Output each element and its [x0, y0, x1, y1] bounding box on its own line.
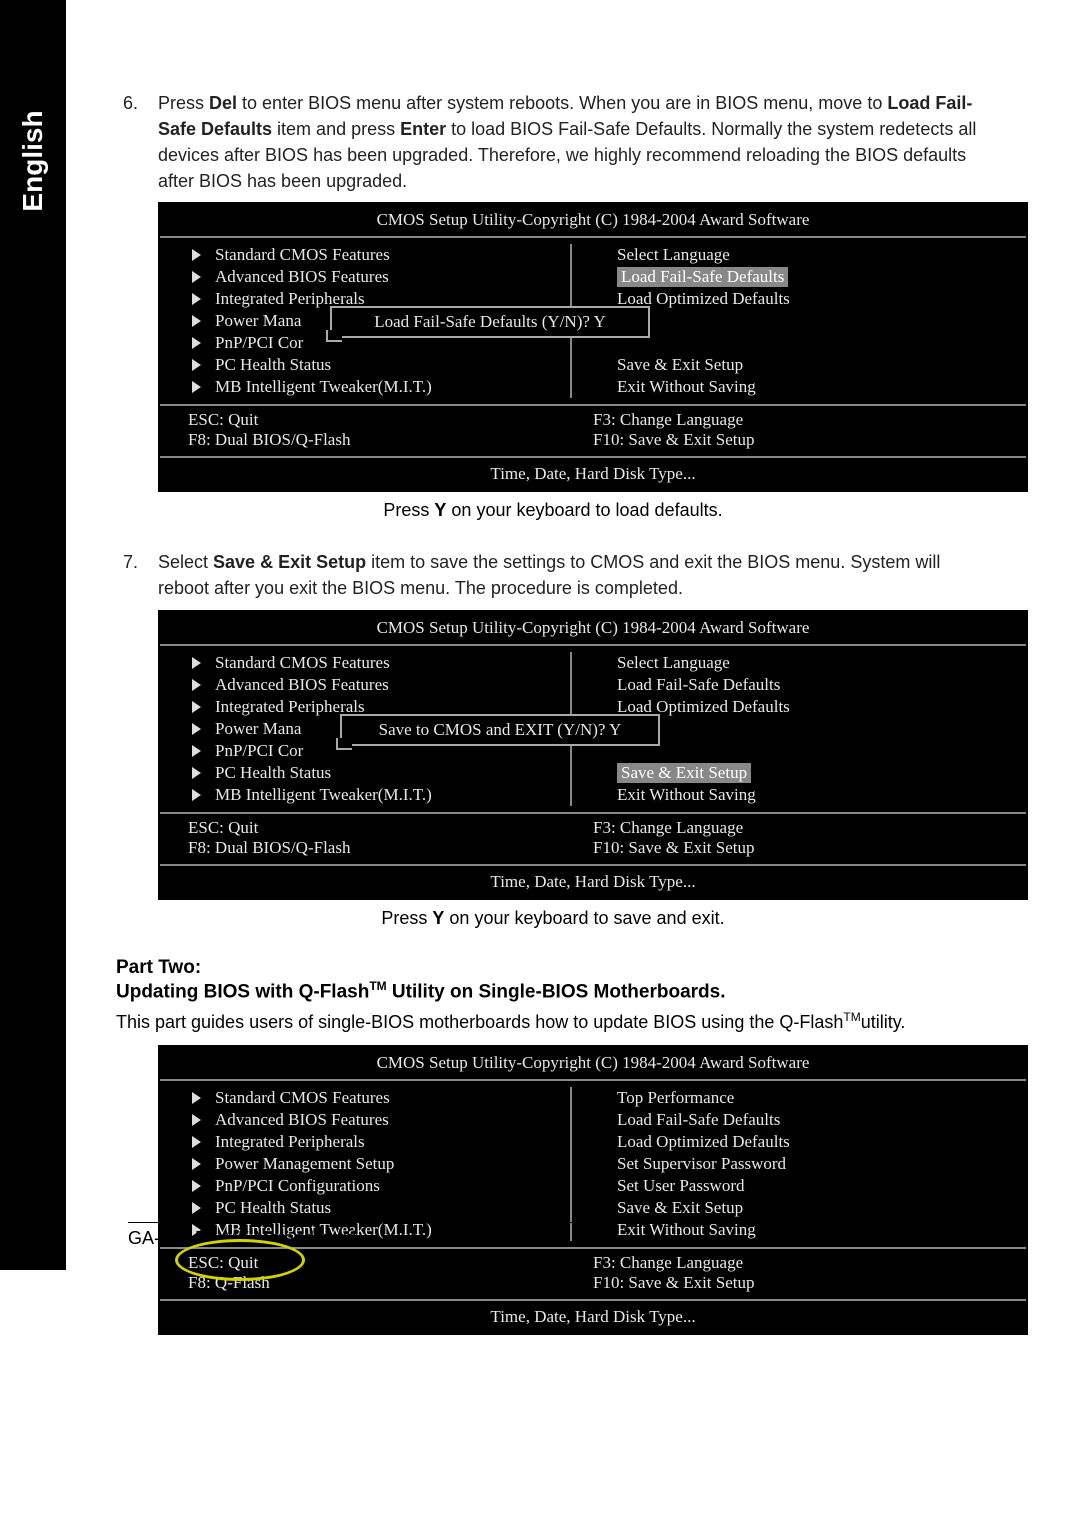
chevron-right-icon — [192, 1180, 201, 1192]
footer-line — [128, 1222, 990, 1223]
chevron-right-icon — [192, 315, 201, 327]
confirmation-dialog[interactable]: Save to CMOS and EXIT (Y/N)? Y — [340, 714, 660, 746]
highlighted-item[interactable]: Load Fail-Safe Defaults — [617, 267, 788, 287]
chevron-right-icon — [192, 1136, 201, 1148]
chevron-right-icon — [192, 381, 201, 393]
confirmation-dialog[interactable]: Load Fail-Safe Defaults (Y/N)? Y — [330, 306, 650, 338]
bios-panel-save-exit: CMOS Setup Utility-Copyright (C) 1984-20… — [158, 610, 1028, 900]
language-sidebar: English — [0, 0, 66, 1270]
chevron-right-icon — [192, 359, 201, 371]
highlighted-item[interactable]: Save & Exit Setup — [617, 763, 751, 783]
step-7: 7. Select Save & Exit Setup item to save… — [116, 549, 990, 601]
chevron-right-icon — [192, 1092, 201, 1104]
chevron-right-icon — [192, 293, 201, 305]
bios-panel-single-bios: CMOS Setup Utility-Copyright (C) 1984-20… — [158, 1045, 1028, 1335]
part-two-head: Part Two: — [116, 957, 990, 979]
step-6: 6. Press Del to enter BIOS menu after sy… — [116, 90, 990, 194]
chevron-right-icon — [192, 767, 201, 779]
chevron-right-icon — [192, 271, 201, 283]
part-two-sub: Updating BIOS with Q-FlashTM Utility on … — [116, 979, 990, 1003]
page-content: 6. Press Del to enter BIOS menu after sy… — [66, 0, 1080, 1343]
chevron-right-icon — [192, 337, 201, 349]
page-footer: GA-8I915P-MF Motherboard - 60 - — [128, 1228, 990, 1249]
chevron-right-icon — [192, 1114, 201, 1126]
chevron-right-icon — [192, 701, 201, 713]
caption-load-defaults: Press Y on your keyboard to load default… — [116, 500, 990, 521]
chevron-right-icon — [192, 1202, 201, 1214]
language-label: English — [17, 110, 49, 211]
bios-title: CMOS Setup Utility-Copyright (C) 1984-20… — [160, 204, 1026, 238]
chevron-right-icon — [192, 249, 201, 261]
chevron-right-icon — [192, 1158, 201, 1170]
caption-save-exit: Press Y on your keyboard to save and exi… — [116, 908, 990, 929]
chevron-right-icon — [192, 745, 201, 757]
chevron-right-icon — [192, 723, 201, 735]
chevron-right-icon — [192, 657, 201, 669]
bios-panel-load-defaults: CMOS Setup Utility-Copyright (C) 1984-20… — [158, 202, 1028, 492]
chevron-right-icon — [192, 679, 201, 691]
chevron-right-icon — [192, 789, 201, 801]
part-two-intro: This part guides users of single-BIOS mo… — [116, 1009, 990, 1035]
